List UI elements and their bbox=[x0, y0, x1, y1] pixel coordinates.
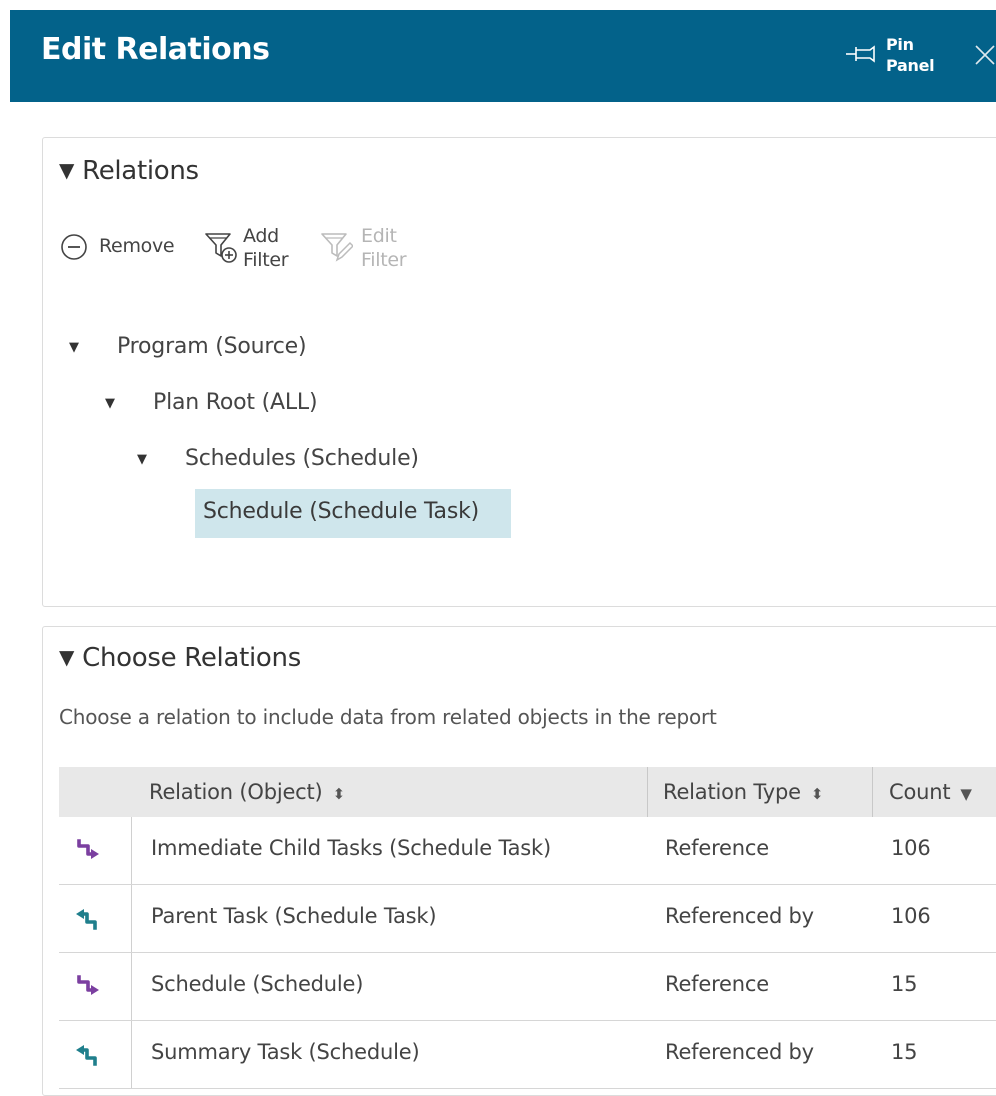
count-cell: 106 bbox=[891, 904, 931, 928]
column-header-relation[interactable]: Relation (Object) ⬍ bbox=[149, 767, 345, 817]
collapse-caret-icon: ▼ bbox=[59, 645, 75, 669]
choose-relations-panel: ▼ Choose Relations Choose a relation to i… bbox=[42, 626, 996, 1096]
edit-filter-icon bbox=[321, 233, 353, 262]
relation-type-cell: Reference bbox=[665, 836, 769, 860]
count-cell: 15 bbox=[891, 1040, 918, 1064]
column-header-label: Relation Type bbox=[663, 780, 801, 804]
relation-cell: Schedule (Schedule) bbox=[151, 972, 364, 996]
relation-cell: Summary Task (Schedule) bbox=[151, 1040, 420, 1064]
pin-icon bbox=[846, 45, 875, 63]
column-header-relation-type[interactable]: Relation Type ⬍ bbox=[663, 767, 823, 817]
table-row[interactable]: Summary Task (Schedule) Referenced by 15 bbox=[59, 1021, 996, 1089]
edit-filter-button: Edit Filter bbox=[319, 224, 419, 276]
remove-button[interactable]: Remove bbox=[59, 224, 179, 276]
panel-title: Edit Relations bbox=[41, 32, 270, 67]
table-row[interactable]: Parent Task (Schedule Task) Referenced b… bbox=[59, 885, 996, 953]
close-icon[interactable] bbox=[970, 40, 996, 70]
pin-panel-button[interactable]: Pin Panel bbox=[846, 34, 946, 82]
choose-relations-hint: Choose a relation to include data from r… bbox=[59, 705, 717, 729]
referenced-by-arrow-icon bbox=[76, 909, 97, 930]
relation-cell: Parent Task (Schedule Task) bbox=[151, 904, 437, 928]
add-filter-button[interactable]: Add Filter bbox=[203, 224, 303, 276]
reference-arrow-icon bbox=[77, 839, 99, 859]
expand-caret-icon[interactable]: ▼ bbox=[137, 452, 147, 467]
relation-type-cell: Referenced by bbox=[665, 904, 814, 928]
choose-relations-section-toggle[interactable]: ▼ Choose Relations bbox=[59, 643, 301, 673]
relations-section-toggle[interactable]: ▼ Relations bbox=[59, 156, 199, 186]
tree-node-label: Program (Source) bbox=[117, 334, 307, 359]
choose-relations-section-title: Choose Relations bbox=[82, 643, 301, 673]
table-row[interactable]: Schedule (Schedule) Reference 15 bbox=[59, 953, 996, 1021]
panel-header: Edit Relations Pin Panel bbox=[10, 10, 996, 102]
row-divider bbox=[131, 817, 132, 884]
column-header-label: Relation (Object) bbox=[149, 780, 323, 804]
grid-header: Relation (Object) ⬍ Relation Type ⬍ Count ▼ bbox=[59, 767, 996, 817]
relation-type-cell: Reference bbox=[665, 972, 769, 996]
table-row[interactable]: Immediate Child Tasks (Schedule Task) Re… bbox=[59, 817, 996, 885]
tree-node-label: Schedules (Schedule) bbox=[185, 446, 419, 471]
row-divider bbox=[131, 885, 132, 952]
add-filter-label: Add Filter bbox=[243, 225, 289, 271]
relation-cell: Immediate Child Tasks (Schedule Task) bbox=[151, 836, 551, 860]
expand-caret-icon[interactable]: ▼ bbox=[69, 340, 79, 355]
referenced-by-arrow-icon bbox=[76, 1045, 97, 1066]
tree-node-label: Plan Root (ALL) bbox=[153, 390, 318, 415]
edit-filter-label: Edit Filter bbox=[361, 225, 407, 271]
sort-descending-icon: ▼ bbox=[960, 785, 972, 803]
expand-caret-icon[interactable]: ▼ bbox=[105, 396, 115, 411]
tree-node-label: Schedule (Schedule Task) bbox=[203, 499, 480, 524]
column-header-count[interactable]: Count ▼ bbox=[889, 767, 972, 817]
collapse-caret-icon: ▼ bbox=[59, 158, 75, 182]
count-cell: 106 bbox=[891, 836, 931, 860]
relations-section-title: Relations bbox=[82, 156, 199, 186]
column-header-label: Count bbox=[889, 780, 951, 804]
remove-label: Remove bbox=[99, 235, 175, 257]
pin-panel-label: Pin Panel bbox=[886, 35, 935, 75]
count-cell: 15 bbox=[891, 972, 918, 996]
tree-node-schedule-selected[interactable]: Schedule (Schedule Task) bbox=[195, 489, 511, 538]
sort-icon: ⬍ bbox=[810, 785, 824, 803]
column-divider[interactable] bbox=[872, 767, 873, 817]
relation-type-cell: Referenced by bbox=[665, 1040, 814, 1064]
remove-circle-icon bbox=[61, 234, 87, 260]
relations-panel: ▼ Relations Remove Add Filter Edit Filte… bbox=[42, 137, 996, 607]
row-divider bbox=[131, 953, 132, 1020]
sort-icon: ⬍ bbox=[332, 785, 346, 803]
add-filter-icon bbox=[205, 233, 237, 263]
reference-arrow-icon bbox=[77, 975, 99, 995]
column-divider[interactable] bbox=[647, 767, 648, 817]
